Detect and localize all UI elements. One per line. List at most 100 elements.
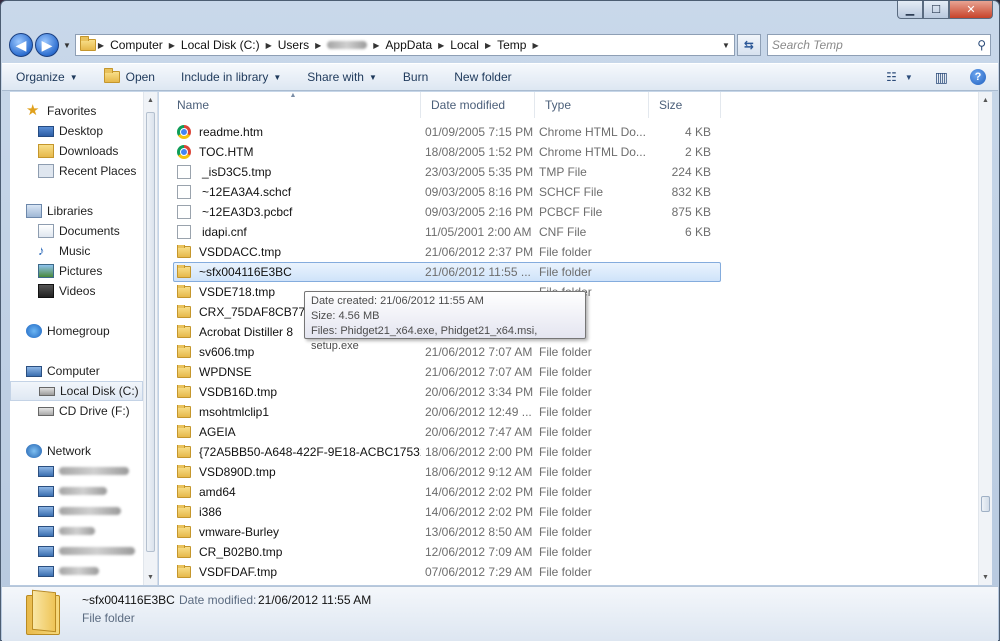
chevron-right-icon[interactable]: ▶ [371,41,381,50]
nav-cd-drive[interactable]: CD Drive (F:) [10,401,143,421]
file-row[interactable]: ~sfx004116E3BC 21/06/2012 11:55 ... File f… [173,262,978,282]
nav-pictures[interactable]: Pictures [10,261,143,281]
nav-favorites[interactable]: ★ Favorites [10,101,143,121]
file-name-cell[interactable]: readme.htm [173,125,421,139]
nav-music[interactable]: ♪ Music [10,241,143,261]
include-in-library-button[interactable]: Include in library ▼ [181,70,281,84]
nav-libraries[interactable]: Libraries [10,201,143,221]
file-row[interactable]: msohtmlclip1 20/06/2012 12:49 ... File fol… [173,402,978,422]
file-name-cell[interactable]: i386 [173,505,421,519]
change-view-icon[interactable]: ☷ [886,70,897,84]
file-name-cell[interactable]: ~12EA3D3.pcbcf [173,205,421,219]
file-name-cell[interactable]: CR_B02B0.tmp [173,545,421,559]
file-name-cell[interactable]: VSD890D.tmp [173,465,421,479]
file-row[interactable]: {72A5BB50-A648-422F-9E18-ACBC175314... 18… [173,442,978,462]
column-header-date-modified[interactable]: Date modified [421,92,535,118]
nav-network-computer[interactable] [10,541,143,561]
file-row[interactable]: WPDNSE 21/06/2012 7:07 AM File folder [173,362,978,382]
scroll-up-arrow-icon[interactable]: ▲ [979,92,992,108]
file-row[interactable]: VSDDACC.tmp 21/06/2012 2:37 PM File folder [173,242,978,262]
file-row[interactable]: VSDB16D.tmp 20/06/2012 3:34 PM File folder [173,382,978,402]
file-row[interactable]: idapi.cnf 11/05/2001 2:00 AM CNF File 6 KB [173,222,978,242]
chevron-right-icon[interactable]: ▶ [530,41,540,50]
breadcrumb-local-disk[interactable]: Local Disk (C:) [177,38,264,52]
file-name-cell[interactable]: ~12EA3A4.schcf [173,185,421,199]
file-row[interactable]: readme.htm 01/09/2005 7:15 PM Chrome HTML … [173,122,978,142]
scroll-up-arrow-icon[interactable]: ▲ [144,92,157,108]
chevron-right-icon[interactable]: ▶ [436,41,446,50]
chevron-right-icon[interactable]: ▶ [264,41,274,50]
organize-button[interactable]: Organize ▼ [16,70,78,84]
minimize-button[interactable]: ▁ [897,1,923,19]
file-row[interactable]: amd64 14/06/2012 2:02 PM File folder [173,482,978,502]
refresh-button[interactable]: ⇆ [736,34,761,56]
file-name-cell[interactable]: VSDDACC.tmp [173,245,421,259]
open-button[interactable]: Open [103,68,155,84]
nav-network-computer[interactable] [10,501,143,521]
column-header-name[interactable]: ▲ Name [159,92,421,118]
file-row[interactable]: VSD890D.tmp 18/06/2012 9:12 AM File folder [173,462,978,482]
scroll-down-arrow-icon[interactable]: ▼ [144,569,157,585]
back-button[interactable]: ◀ [9,33,33,57]
file-list-scrollbar[interactable]: ▲ ▼ [978,92,992,585]
nav-recent-places[interactable]: Recent Places [10,161,143,181]
chevron-down-icon[interactable]: ▼ [905,73,913,82]
close-button[interactable]: ✕ [949,1,993,19]
file-row[interactable]: vmware-Burley 13/06/2012 8:50 AM File fold… [173,522,978,542]
nav-scrollbar[interactable]: ▲ ▼ [143,92,157,585]
burn-button[interactable]: Burn [403,70,428,84]
file-row[interactable]: ~12EA3D3.pcbcf 09/03/2005 2:16 PM PCBCF Fi… [173,202,978,222]
file-row[interactable]: CR_B02B0.tmp 12/06/2012 7:09 AM File folde… [173,542,978,562]
nav-network-computer[interactable] [10,521,143,541]
breadcrumb-users[interactable]: Users [274,38,313,52]
file-name-cell[interactable]: TOC.HTM [173,145,421,159]
nav-computer[interactable]: Computer [10,361,143,381]
file-row[interactable]: AGEIA 20/06/2012 7:47 AM File folder [173,422,978,442]
file-name-cell[interactable]: amd64 [173,485,421,499]
file-name-cell[interactable]: WPDNSE [173,365,421,379]
file-row[interactable]: _isD3C5.tmp 23/03/2005 5:35 PM TMP File 224… [173,162,978,182]
file-row[interactable]: i386 14/06/2012 2:02 PM File folder [173,502,978,522]
forward-button[interactable]: ▶ [35,33,59,57]
column-header-type[interactable]: Type [535,92,649,118]
nav-videos[interactable]: Videos [10,281,143,301]
file-row[interactable]: ~12EA3A4.schcf 09/03/2005 8:16 PM SCHCF Fi… [173,182,978,202]
nav-documents[interactable]: Documents [10,221,143,241]
file-name-cell[interactable]: {72A5BB50-A648-422F-9E18-ACBC175314... [173,445,421,459]
column-header-size[interactable]: Size [649,92,721,118]
recent-pages-dropdown[interactable]: ▼ [63,41,71,50]
breadcrumb-temp[interactable]: Temp [493,38,530,52]
breadcrumb-appdata[interactable]: AppData [381,38,436,52]
nav-network-computer[interactable] [10,461,143,481]
nav-local-disk[interactable]: Local Disk (C:) [10,381,143,401]
file-name-cell[interactable]: AGEIA [173,425,421,439]
nav-desktop[interactable]: Desktop [10,121,143,141]
breadcrumb-computer[interactable]: Computer [106,38,167,52]
share-with-button[interactable]: Share with ▼ [307,70,377,84]
scrollbar-thumb[interactable] [146,112,155,552]
address-history-dropdown[interactable]: ▼ [722,41,730,50]
search-icon[interactable]: ⚲ [977,38,986,52]
breadcrumb-local[interactable]: Local [446,38,483,52]
file-name-cell[interactable]: _isD3C5.tmp [173,165,421,179]
file-name-cell[interactable]: VSDFDAF.tmp [173,565,421,579]
nav-network[interactable]: Network [10,441,143,461]
file-row[interactable]: VSDFDAF.tmp 07/06/2012 7:29 AM File folder [173,562,978,582]
file-name-cell[interactable]: vmware-Burley [173,525,421,539]
maximize-button[interactable]: ☐ [923,1,949,19]
file-name-cell[interactable]: idapi.cnf [173,225,421,239]
file-name-cell[interactable]: ~sfx004116E3BC [173,265,421,279]
preview-pane-icon[interactable]: ▥ [935,69,948,86]
help-button[interactable]: ? [970,69,998,85]
chevron-right-icon[interactable]: ▶ [313,41,323,50]
search-input[interactable]: Search Temp ⚲ [766,34,991,56]
file-name-cell[interactable]: VSDB16D.tmp [173,385,421,399]
nav-homegroup[interactable]: Homegroup [10,321,143,341]
file-name-cell[interactable]: msohtmlclip1 [173,405,421,419]
address-bar[interactable]: ▶ Computer ▶ Local Disk (C:) ▶ Users ▶ ▶… [74,34,735,56]
nav-network-computer[interactable] [10,561,143,581]
file-row[interactable]: TOC.HTM 18/08/2005 1:52 PM Chrome HTML Do.… [173,142,978,162]
scroll-down-arrow-icon[interactable]: ▼ [979,569,992,585]
breadcrumb-username-redacted[interactable] [323,38,371,52]
nav-network-computer[interactable] [10,481,143,501]
